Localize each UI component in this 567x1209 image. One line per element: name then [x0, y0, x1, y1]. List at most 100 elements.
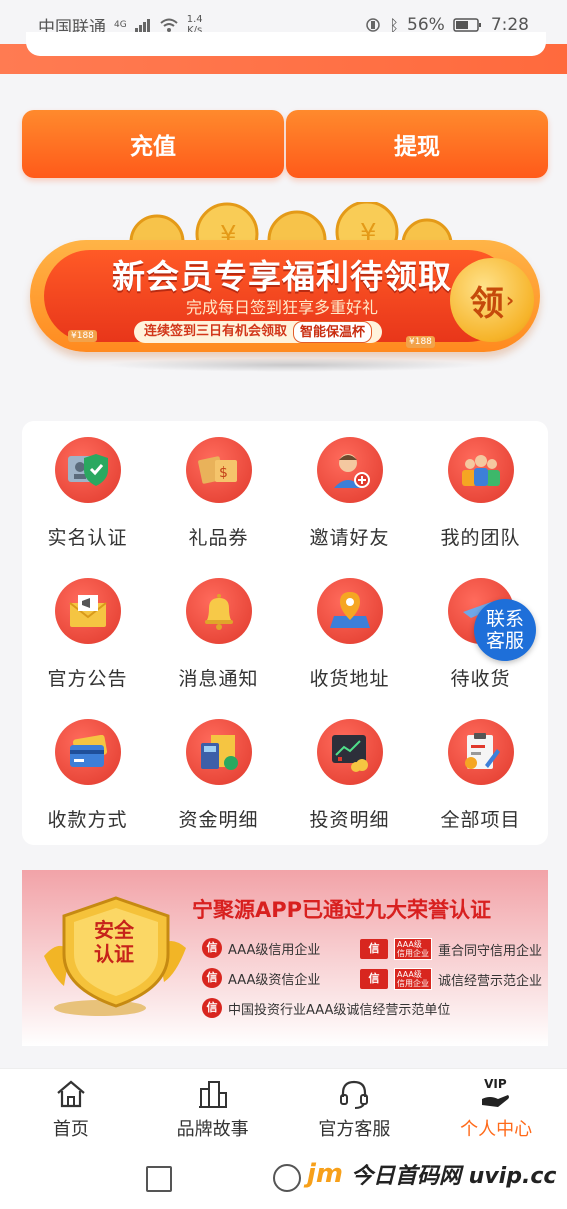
tab-label: 首页: [52, 1119, 89, 1140]
banner-subtitle: 完成每日签到狂享多重好礼: [185, 298, 378, 317]
vibrate-icon: [366, 18, 381, 32]
tab-home[interactable]: 首页: [0, 1069, 142, 1151]
badge-text-2: 认证: [94, 942, 134, 966]
headset-icon: [340, 1080, 369, 1109]
announcement-icon: [54, 578, 121, 644]
aaa-mini-label: AAA级 信用企业: [394, 968, 432, 990]
honor-item-label: AAA级资信企业: [228, 972, 321, 988]
honor-item: 信 AAA级 信用企业 诚信经营示范企业: [360, 968, 542, 990]
grid-item-real-name[interactable]: 实名认证: [22, 421, 153, 562]
promo-banner[interactable]: ¥ ¥ 新会员专享福利待领取 完成每日签到狂享多重好礼 连续签到三日有机会领取 …: [22, 198, 548, 378]
honor-item-label: AAA级信用企业: [228, 942, 321, 958]
vip-hand-icon: VIP: [480, 1077, 512, 1109]
chevron-right-icon: ›: [505, 288, 515, 312]
signal-type: 4G: [114, 20, 127, 30]
honor-item: 信 AAA级资信企业: [202, 968, 320, 988]
honor-item: 信 中国投资行业AAA级诚信经营示范单位: [202, 998, 450, 1018]
tagline-highlight: 智能保温杯: [293, 321, 373, 343]
function-grid: 实名认证 $ 礼品券 邀请好友 我的团队 官方公告 消息通知 收货地址 待收货 …: [22, 421, 548, 845]
home-system-button[interactable]: [273, 1164, 301, 1192]
tab-label: 个人中心: [460, 1119, 533, 1140]
id-card-icon: [54, 437, 121, 503]
bottom-tab-bar: 首页 品牌故事 官方客服 VIP 个人中心: [0, 1068, 567, 1151]
grid-item-label: 资金明细: [178, 809, 259, 831]
tab-customer-service[interactable]: 官方客服: [284, 1069, 426, 1151]
banner-title: 新会员专享福利待领取: [112, 257, 452, 296]
recent-apps-button[interactable]: [146, 1166, 172, 1192]
honor-headline: 宁聚源APP已通过九大荣誉认证: [192, 898, 492, 922]
claim-button[interactable]: 领 ›: [450, 258, 534, 342]
price-tag-left: ¥188: [68, 330, 97, 342]
grid-item-label: 待收货: [450, 668, 511, 690]
honor-item: 信 AAA级 信用企业 重合同守信用企业: [360, 938, 542, 960]
fund-detail-icon: [185, 719, 252, 785]
honor-item-label: 中国投资行业AAA级诚信经营示范单位: [228, 1002, 451, 1018]
investment-icon: [316, 719, 383, 785]
certificate-icon: 信: [202, 968, 222, 988]
grid-item-all-projects[interactable]: 全部项目: [415, 703, 546, 844]
tab-label: 品牌故事: [176, 1119, 249, 1140]
support-line2: 客服: [485, 630, 524, 652]
honor-item-label: 重合同守信用企业: [438, 943, 543, 959]
grid-item-investment-detail[interactable]: 投资明细: [284, 703, 415, 844]
honor-item: 信 AAA级信用企业: [202, 938, 320, 958]
tagline-text: 连续签到三日有机会领取: [144, 324, 288, 339]
grid-item-label: 实名认证: [47, 527, 128, 549]
contact-support-button[interactable]: 联系 客服: [474, 599, 536, 661]
grid-item-label: 消息通知: [178, 668, 259, 690]
aaa-mini-label: AAA级 信用企业: [394, 938, 432, 960]
aaa-mini-line2: 信用企业: [397, 979, 429, 988]
aaa-mini-line1: AAA级: [397, 970, 422, 979]
grid-item-announcement[interactable]: 官方公告: [22, 562, 153, 703]
grid-item-label: 礼品券: [188, 527, 249, 549]
home-icon: [57, 1080, 85, 1108]
battery-icon: [453, 18, 481, 32]
tab-label: 官方客服: [318, 1119, 391, 1140]
grid-item-team[interactable]: 我的团队: [415, 421, 546, 562]
grid-item-notification[interactable]: 消息通知: [153, 562, 284, 703]
watermark: jm 今日首码网 uvip.cc: [307, 1158, 556, 1190]
grid-item-label: 收款方式: [47, 809, 128, 831]
wifi-icon: [160, 18, 178, 32]
grid-item-invite[interactable]: 邀请好友: [284, 421, 415, 562]
aaa-mini-line2: 信用企业: [397, 949, 429, 958]
support-line1: 联系: [485, 608, 524, 630]
signal-icon: [134, 19, 150, 32]
header-card-edge: [26, 32, 546, 56]
certificate-icon: 信: [360, 969, 388, 989]
grid-item-label: 邀请好友: [309, 527, 390, 549]
banner-shadow: [102, 358, 482, 372]
honor-banner[interactable]: 安全 认证 宁聚源APP已通过九大荣誉认证 信 AAA级信用企业 信 AAA级信…: [22, 870, 548, 1046]
price-tag-right: ¥188: [406, 336, 435, 348]
grid-item-label: 全部项目: [440, 809, 521, 831]
aaa-mini-line1: AAA级: [397, 940, 422, 949]
grid-item-label: 官方公告: [47, 668, 128, 690]
grid-item-label: 投资明细: [309, 809, 390, 831]
withdraw-button[interactable]: 提现: [286, 110, 548, 178]
tab-profile[interactable]: VIP 个人中心: [425, 1069, 567, 1151]
watermark-text: 今日首码网 uvip.cc: [351, 1164, 557, 1189]
claim-label: 领: [469, 283, 504, 324]
grid-item-label: 我的团队: [440, 527, 521, 549]
tab-brand-story[interactable]: 品牌故事: [142, 1069, 284, 1151]
grid-item-voucher[interactable]: $ 礼品券: [153, 421, 284, 562]
grid-item-label: 收货地址: [309, 668, 390, 690]
all-projects-icon: [447, 719, 514, 785]
honor-item-label: 诚信经营示范企业: [438, 973, 543, 989]
grid-item-address[interactable]: 收货地址: [284, 562, 415, 703]
net-speed-value: 1.4: [186, 14, 203, 25]
banner-tagline: 连续签到三日有机会领取 智能保温杯: [134, 321, 383, 343]
gift-voucher-icon: $: [185, 437, 252, 503]
grid-item-fund-detail[interactable]: 资金明细: [153, 703, 284, 844]
certificate-icon: 信: [202, 938, 222, 958]
recharge-button[interactable]: 充值: [22, 110, 284, 178]
certificate-icon: 信: [202, 998, 222, 1018]
grid-item-payment-method[interactable]: 收款方式: [22, 703, 153, 844]
watermark-logo: jm: [307, 1159, 344, 1189]
certificate-icon: 信: [360, 939, 388, 959]
bell-icon: [185, 578, 252, 644]
bank-card-icon: [54, 719, 121, 785]
team-icon: [447, 437, 514, 503]
vip-text: VIP: [484, 1077, 507, 1091]
invite-friend-icon: [316, 437, 383, 503]
